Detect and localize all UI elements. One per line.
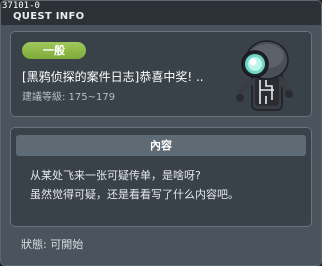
quest-content-panel: 內容 从某处飞来一张可疑传单，是啥呀? 虽然觉得可疑，还是看看写了什么内容吧。	[10, 127, 312, 227]
quest-name: [黑鸦侦探的案件日志]恭喜中奖! ..	[22, 70, 204, 84]
robot-npc-icon	[236, 40, 293, 111]
quest-info-window: 37101-0 QUEST INFO 一般 [黑鸦侦探的案件日志]恭喜中奖! .…	[0, 0, 322, 266]
window-title: QUEST INFO	[13, 11, 85, 22]
title-bar[interactable]: 37101-0 QUEST INFO	[1, 1, 321, 25]
content-line-1: 从某处飞来一张可疑传单，是啥呀?	[30, 169, 201, 182]
quest-status: 狀態: 可開始	[21, 238, 84, 251]
quest-summary-panel: 一般 [黑鸦侦探的案件日志]恭喜中奖! .. 建議等級: 175~179	[10, 31, 312, 117]
content-line-2: 虽然觉得可疑，还是看看写了什么内容吧。	[30, 188, 239, 201]
content-header: 內容	[16, 135, 306, 156]
quest-type-badge: 一般	[22, 42, 86, 59]
recommended-level: 建議等級: 175~179	[22, 92, 116, 103]
